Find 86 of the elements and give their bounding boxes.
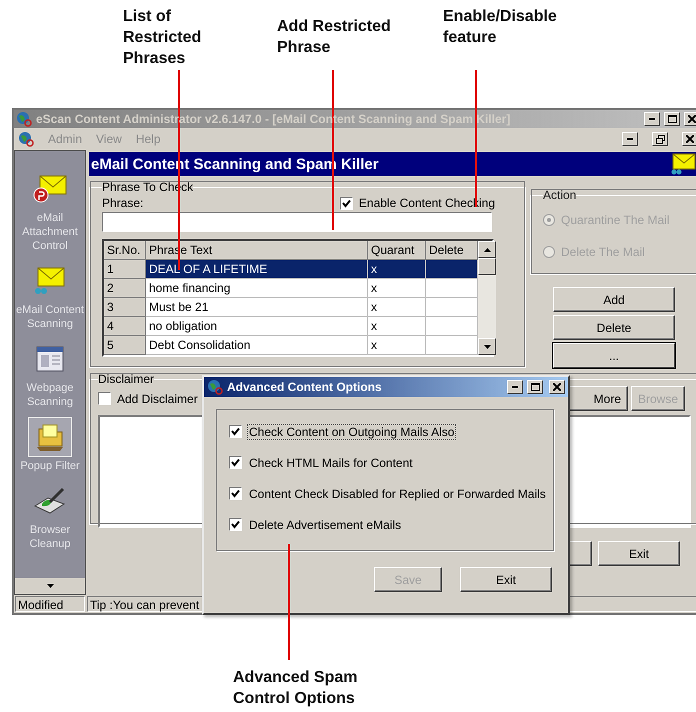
globe-icon [16, 111, 32, 127]
row-number: 5 [104, 336, 146, 355]
table-cell[interactable]: x [368, 298, 426, 317]
maximize-icon [668, 115, 676, 123]
check-icon [231, 427, 240, 436]
checkbox-label: Add Disclaimer [117, 392, 198, 406]
row-number: 4 [104, 317, 146, 336]
table-cell[interactable]: x [368, 279, 426, 298]
envelope-icon [32, 174, 68, 204]
minimize-icon [627, 138, 633, 140]
checkbox[interactable] [229, 518, 242, 531]
table-cell[interactable] [426, 279, 478, 298]
table-cell[interactable]: Must be 21 [146, 298, 368, 317]
dialog-title: Advanced Content Options [227, 380, 383, 394]
table-cell[interactable] [426, 336, 478, 355]
brush-icon [32, 486, 68, 516]
caret-down-icon [484, 344, 490, 348]
status-text: Modified [15, 596, 85, 612]
callout-label: Enable/Disable feature [443, 7, 557, 48]
callout-label: Add Restricted Phrase [277, 17, 391, 58]
globe-icon [207, 379, 223, 395]
table-cell[interactable] [426, 317, 478, 336]
restore-button[interactable] [652, 132, 668, 146]
close-icon [686, 135, 694, 143]
table-cell[interactable]: no obligation [146, 317, 368, 336]
scroll-thumb[interactable] [478, 258, 496, 275]
table-cell[interactable]: x [368, 317, 426, 336]
callout-label: Advanced Spam Control Options [233, 668, 358, 709]
minimize-icon [512, 386, 518, 388]
column-header[interactable]: Delete [426, 241, 478, 260]
dialog-button[interactable]: Exit [460, 567, 552, 592]
close-icon [688, 115, 696, 123]
callout-label: List of Restricted Phrases [123, 7, 202, 69]
group-title: Disclaimer [98, 372, 154, 386]
minimize-icon [649, 118, 655, 120]
checkbox[interactable] [340, 196, 353, 210]
row-number: 1 [104, 260, 146, 279]
checkbox[interactable] [229, 456, 242, 469]
checkbox[interactable] [229, 487, 242, 500]
checkbox-label: Content Check Disabled for Replied or Forwarded Mails [248, 486, 547, 500]
scrollbar[interactable] [478, 241, 496, 355]
table-cell[interactable]: Debt Consolidation [146, 336, 368, 355]
scroll-down-button[interactable] [478, 338, 496, 355]
check-icon [231, 489, 240, 498]
row-number: 2 [104, 279, 146, 298]
group-title: Action [543, 188, 576, 202]
check-icon [231, 458, 240, 467]
table-cell[interactable] [426, 260, 478, 279]
scroll-up-button[interactable] [478, 241, 496, 258]
minimize-button[interactable] [507, 380, 523, 394]
caret-up-icon [484, 248, 490, 252]
close-button[interactable] [549, 380, 565, 394]
restore-icon [656, 134, 664, 144]
checkbox-label: Check HTML Mails for Content [248, 456, 414, 470]
action-button[interactable]: Delete [553, 315, 675, 340]
caret-down-icon [46, 584, 54, 588]
table-cell[interactable]: DEAL OF A LIFETIME [146, 260, 368, 279]
column-header[interactable]: Quarant [368, 241, 426, 260]
close-button[interactable] [682, 132, 696, 146]
phrase-input-field[interactable] [102, 212, 492, 232]
table-cell[interactable]: x [368, 260, 426, 279]
column-header[interactable]: Sr.No. [104, 241, 146, 260]
sidebar-icon-frame[interactable] [28, 417, 72, 457]
maximize-button[interactable] [527, 380, 543, 394]
table-cell[interactable] [426, 298, 478, 317]
envelope-icon [670, 153, 696, 175]
close-icon [553, 383, 561, 391]
row-number: 3 [104, 298, 146, 317]
close-button[interactable] [684, 112, 696, 126]
checkbox[interactable] [229, 425, 242, 438]
action-button[interactable]: ... [553, 343, 675, 368]
action-button[interactable]: Add [553, 287, 675, 312]
exit-button[interactable]: Exit [598, 541, 680, 566]
minimize-button[interactable] [644, 112, 660, 126]
checkbox-label: Check Content on Outgoing Mails Also [248, 424, 456, 438]
checkbox[interactable] [98, 392, 111, 405]
field-label: Phrase: [102, 196, 144, 210]
checkbox-label: Delete Advertisement eMails [248, 518, 402, 532]
globe-icon [18, 131, 34, 147]
minimize-button[interactable] [622, 132, 638, 146]
maximize-button[interactable] [664, 112, 680, 126]
table-cell[interactable]: x [368, 336, 426, 355]
maximize-icon [530, 383, 540, 391]
table-cell[interactable]: home financing [146, 279, 368, 298]
check-icon [231, 520, 240, 529]
check-icon [342, 198, 351, 208]
